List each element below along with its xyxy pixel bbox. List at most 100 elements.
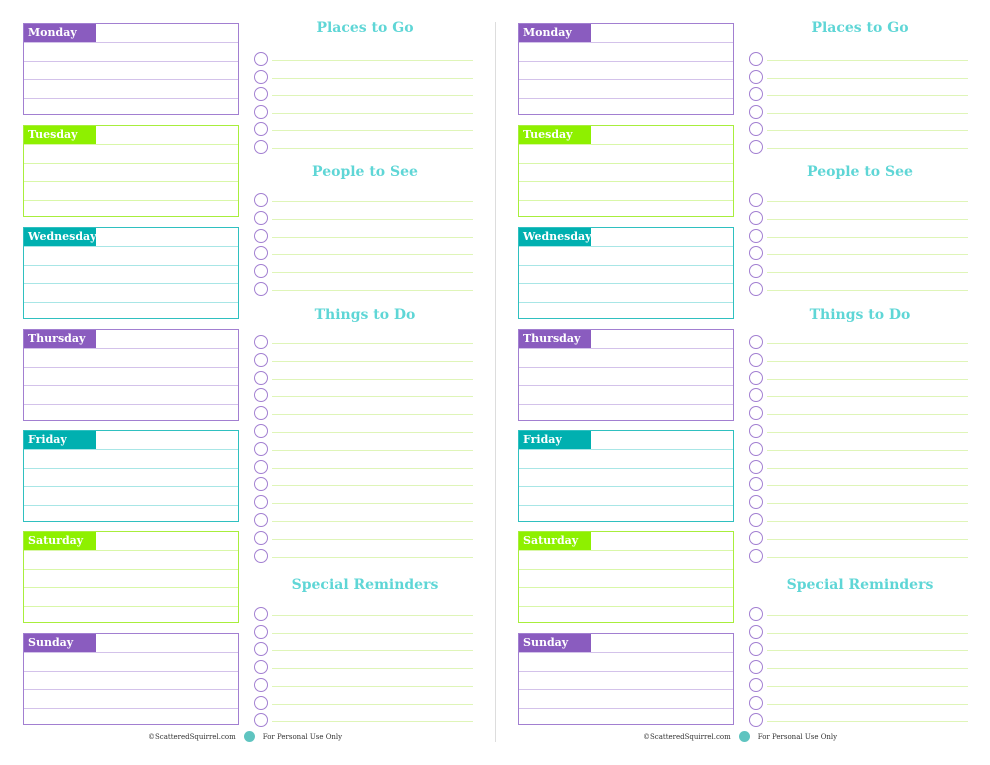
list-line[interactable] bbox=[272, 236, 473, 238]
list-line[interactable] bbox=[272, 254, 473, 256]
list-line[interactable] bbox=[272, 60, 473, 61]
checkbox-circle[interactable] bbox=[254, 335, 268, 349]
list-line[interactable] bbox=[767, 503, 968, 505]
checkbox-circle[interactable] bbox=[749, 607, 763, 621]
list-line[interactable] bbox=[767, 396, 968, 398]
writing-line[interactable] bbox=[519, 181, 733, 182]
list-line[interactable] bbox=[767, 148, 968, 149]
checkbox-circle[interactable] bbox=[749, 104, 763, 119]
writing-line[interactable] bbox=[24, 385, 238, 386]
list-line[interactable] bbox=[767, 378, 968, 380]
writing-line[interactable] bbox=[519, 366, 733, 368]
checkbox-circle[interactable] bbox=[254, 459, 268, 474]
checkbox-circle[interactable] bbox=[749, 69, 763, 84]
writing-line[interactable] bbox=[519, 467, 733, 469]
list-line[interactable] bbox=[767, 360, 968, 362]
list-line[interactable] bbox=[272, 703, 473, 705]
checkbox-circle[interactable] bbox=[749, 210, 763, 225]
checkbox-circle[interactable] bbox=[749, 642, 763, 657]
list-line[interactable] bbox=[272, 290, 473, 291]
checkbox-circle[interactable] bbox=[254, 352, 268, 367]
checkbox-circle[interactable] bbox=[749, 193, 763, 207]
checkbox-circle[interactable] bbox=[254, 660, 268, 675]
checkbox-circle[interactable] bbox=[749, 282, 763, 296]
writing-line[interactable] bbox=[24, 486, 238, 487]
checkbox-circle[interactable] bbox=[254, 677, 268, 692]
list-line[interactable] bbox=[767, 703, 968, 705]
list-line[interactable] bbox=[767, 556, 968, 558]
list-line[interactable] bbox=[272, 95, 473, 97]
checkbox-circle[interactable] bbox=[749, 370, 763, 385]
list-line[interactable] bbox=[272, 112, 473, 114]
checkbox-circle[interactable] bbox=[254, 695, 268, 710]
checkbox-circle[interactable] bbox=[254, 370, 268, 385]
list-line[interactable] bbox=[767, 130, 968, 132]
list-line[interactable] bbox=[767, 485, 968, 487]
list-line[interactable] bbox=[767, 685, 968, 687]
checkbox-circle[interactable] bbox=[749, 335, 763, 349]
writing-line[interactable] bbox=[519, 403, 733, 405]
list-line[interactable] bbox=[272, 201, 473, 202]
list-line[interactable] bbox=[767, 449, 968, 451]
writing-line[interactable] bbox=[24, 467, 238, 469]
checkbox-circle[interactable] bbox=[749, 459, 763, 474]
checkbox-circle[interactable] bbox=[749, 477, 763, 492]
list-line[interactable] bbox=[272, 396, 473, 398]
list-line[interactable] bbox=[767, 290, 968, 291]
checkbox-circle[interactable] bbox=[749, 140, 763, 154]
checkbox-circle[interactable] bbox=[254, 477, 268, 492]
list-line[interactable] bbox=[272, 685, 473, 687]
writing-line[interactable] bbox=[24, 181, 238, 182]
list-line[interactable] bbox=[767, 432, 968, 433]
checkbox-circle[interactable] bbox=[254, 193, 268, 207]
writing-line[interactable] bbox=[24, 97, 238, 99]
checkbox-circle[interactable] bbox=[254, 642, 268, 657]
list-line[interactable] bbox=[767, 218, 968, 220]
list-line[interactable] bbox=[272, 343, 473, 344]
list-line[interactable] bbox=[767, 538, 968, 540]
list-line[interactable] bbox=[272, 77, 473, 79]
checkbox-circle[interactable] bbox=[749, 513, 763, 527]
list-line[interactable] bbox=[767, 632, 968, 634]
writing-line[interactable] bbox=[24, 366, 238, 368]
checkbox-circle[interactable] bbox=[254, 246, 268, 261]
writing-line[interactable] bbox=[519, 707, 733, 709]
writing-line[interactable] bbox=[24, 199, 238, 201]
writing-line[interactable] bbox=[519, 97, 733, 99]
list-line[interactable] bbox=[767, 201, 968, 202]
list-line[interactable] bbox=[767, 60, 968, 61]
writing-line[interactable] bbox=[519, 385, 733, 386]
checkbox-circle[interactable] bbox=[749, 388, 763, 403]
checkbox-circle[interactable] bbox=[254, 264, 268, 279]
checkbox-circle[interactable] bbox=[749, 677, 763, 692]
checkbox-circle[interactable] bbox=[749, 548, 763, 563]
checkbox-circle[interactable] bbox=[254, 69, 268, 84]
writing-line[interactable] bbox=[519, 605, 733, 607]
checkbox-circle[interactable] bbox=[749, 52, 763, 66]
writing-line[interactable] bbox=[24, 301, 238, 303]
list-line[interactable] bbox=[272, 378, 473, 380]
list-line[interactable] bbox=[272, 432, 473, 433]
list-line[interactable] bbox=[767, 467, 968, 469]
checkbox-circle[interactable] bbox=[254, 607, 268, 621]
checkbox-circle[interactable] bbox=[749, 695, 763, 710]
checkbox-circle[interactable] bbox=[254, 87, 268, 102]
writing-line[interactable] bbox=[519, 670, 733, 672]
list-line[interactable] bbox=[272, 130, 473, 132]
writing-line[interactable] bbox=[24, 670, 238, 672]
checkbox-circle[interactable] bbox=[254, 406, 268, 421]
checkbox-circle[interactable] bbox=[749, 713, 763, 728]
checkbox-circle[interactable] bbox=[749, 352, 763, 367]
list-line[interactable] bbox=[767, 615, 968, 616]
writing-line[interactable] bbox=[24, 264, 238, 266]
checkbox-circle[interactable] bbox=[749, 441, 763, 456]
writing-line[interactable] bbox=[24, 587, 238, 588]
writing-line[interactable] bbox=[519, 60, 733, 62]
list-line[interactable] bbox=[272, 503, 473, 505]
checkbox-circle[interactable] bbox=[749, 624, 763, 639]
checkbox-circle[interactable] bbox=[254, 210, 268, 225]
checkbox-circle[interactable] bbox=[254, 52, 268, 66]
writing-line[interactable] bbox=[24, 568, 238, 570]
list-line[interactable] bbox=[272, 538, 473, 540]
checkbox-circle[interactable] bbox=[254, 122, 268, 137]
